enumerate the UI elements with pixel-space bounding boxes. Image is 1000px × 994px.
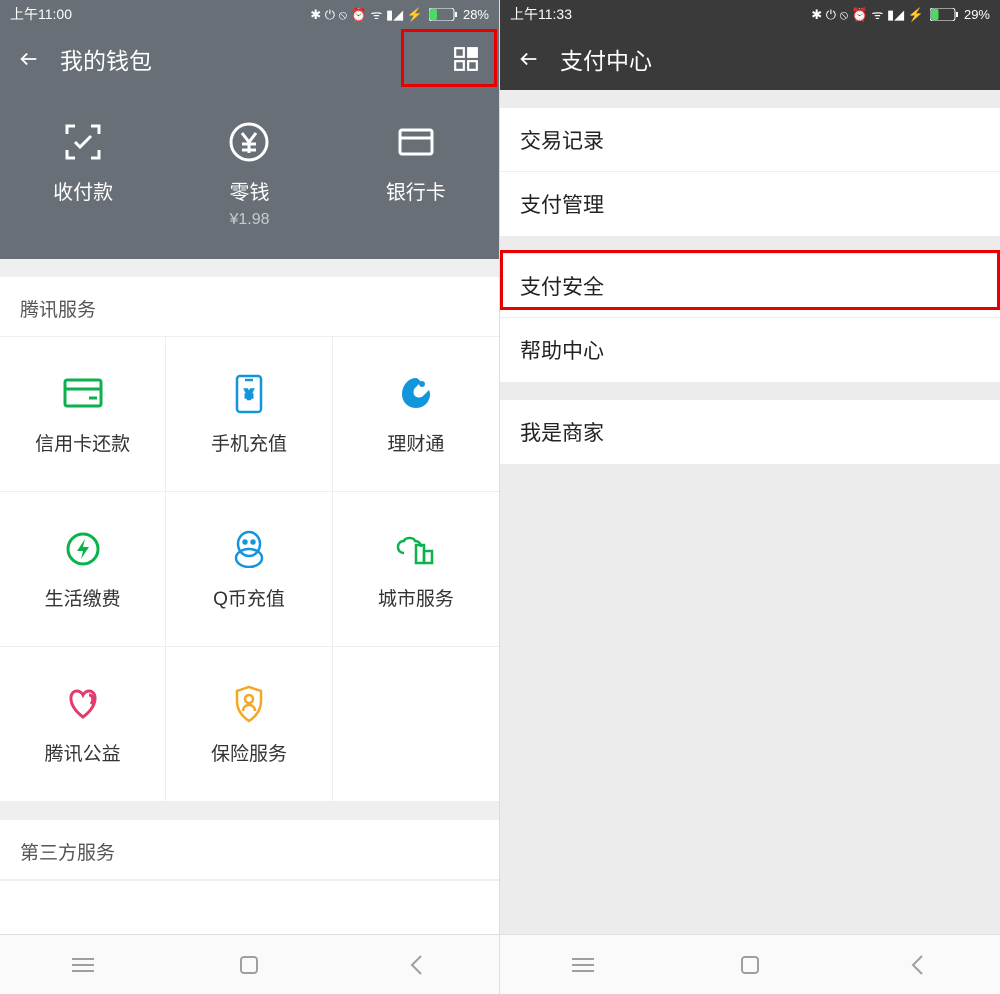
service-city[interactable]: 城市服务 — [333, 492, 499, 647]
content: 交易记录 支付管理 支付安全 帮助中心 我是商家 — [500, 90, 1000, 934]
third-party-header: 第三方服务 — [0, 820, 499, 880]
hero-bank-card[interactable]: 银行卡 — [356, 120, 476, 229]
nav-home-icon[interactable] — [234, 950, 264, 980]
service-wealth[interactable]: 理财通 — [333, 337, 499, 492]
balance-amount: ¥1.98 — [229, 211, 269, 229]
page-title: 支付中心 — [560, 42, 652, 76]
shield-person-icon — [228, 683, 270, 725]
third-party-body — [0, 880, 499, 934]
heart-icon — [62, 683, 104, 725]
list-gap — [500, 90, 1000, 108]
row-help-center[interactable]: 帮助中心 — [500, 318, 1000, 382]
service-insurance[interactable]: 保险服务 — [166, 647, 332, 802]
nav-back-icon[interactable] — [401, 950, 431, 980]
row-transactions[interactable]: 交易记录 — [500, 108, 1000, 172]
empty-cell — [333, 647, 499, 802]
list-group-1: 交易记录 支付管理 — [500, 108, 1000, 236]
section-gap — [0, 259, 499, 277]
row-merchant[interactable]: 我是商家 — [500, 400, 1000, 464]
tencent-services-header: 腾讯服务 — [0, 277, 499, 337]
section-gap — [0, 802, 499, 820]
yen-circle-icon — [227, 120, 271, 164]
nav-home-icon[interactable] — [735, 950, 765, 980]
status-right: ✱ ⏻ ⦸ ⏰ ᯤ ▮◢ ⚡ 29% — [811, 5, 990, 23]
row-payment-manage[interactable]: 支付管理 — [500, 172, 1000, 236]
status-icons: ✱ ⏻ ⦸ ⏰ ᯤ ▮◢ ⚡ — [811, 5, 924, 23]
list-group-3: 我是商家 — [500, 400, 1000, 464]
header: 我的钱包 — [0, 28, 499, 90]
hero-balance[interactable]: 零钱 ¥1.98 — [189, 120, 309, 229]
card-icon — [394, 120, 438, 164]
tencent-services-grid: 信用卡还款 ¥ 手机充值 理财通 生活缴费 Q币充值 城市服务 腾讯公益 保险服 — [0, 337, 499, 802]
nav-recent-icon[interactable] — [68, 950, 98, 980]
status-bar: 上午11:00 ✱ ⏻ ⦸ ⏰ ᯤ ▮◢ ⚡ 28% — [0, 0, 499, 28]
scan-check-icon — [61, 120, 105, 164]
list-gap — [500, 382, 1000, 400]
service-utilities[interactable]: 生活缴费 — [0, 492, 166, 647]
list-group-2: 支付安全 帮助中心 — [500, 254, 1000, 382]
header: 支付中心 — [500, 28, 1000, 90]
wallet-screen: 上午11:00 ✱ ⏻ ⦸ ⏰ ᯤ ▮◢ ⚡ 28% 我的钱包 收付款 零钱 ¥… — [0, 0, 500, 994]
bolt-circle-icon — [62, 528, 104, 570]
status-icons: ✱ ⏻ ⦸ ⏰ ᯤ ▮◢ ⚡ — [310, 5, 423, 23]
status-time: 上午11:33 — [510, 4, 572, 24]
payment-center-screen: 上午11:33 ✱ ⏻ ⦸ ⏰ ᯤ ▮◢ ⚡ 29% 支付中心 交易记录 支付管… — [500, 0, 1000, 994]
status-bar: 上午11:33 ✱ ⏻ ⦸ ⏰ ᯤ ▮◢ ⚡ 29% — [500, 0, 1000, 28]
service-credit-card[interactable]: 信用卡还款 — [0, 337, 166, 492]
hero-row: 收付款 零钱 ¥1.98 银行卡 — [0, 90, 499, 259]
status-time: 上午11:00 — [10, 4, 72, 24]
credit-card-icon — [62, 373, 104, 415]
status-right: ✱ ⏻ ⦸ ⏰ ᯤ ▮◢ ⚡ 28% — [310, 5, 489, 23]
row-payment-security[interactable]: 支付安全 — [500, 254, 1000, 318]
status-battery: 29% — [964, 7, 990, 22]
status-battery: 28% — [463, 7, 489, 22]
more-grid-icon[interactable] — [453, 46, 479, 72]
system-navbar — [0, 934, 499, 994]
service-qcoin[interactable]: Q币充值 — [166, 492, 332, 647]
phone-yen-icon: ¥ — [228, 373, 270, 415]
nav-back-icon[interactable] — [902, 950, 932, 980]
list-gap — [500, 236, 1000, 254]
wealth-icon — [395, 373, 437, 415]
back-icon[interactable] — [518, 48, 540, 70]
hero-pay-receive[interactable]: 收付款 — [23, 120, 143, 229]
service-charity[interactable]: 腾讯公益 — [0, 647, 166, 802]
nav-recent-icon[interactable] — [568, 950, 598, 980]
svg-text:¥: ¥ — [245, 386, 253, 402]
page-title: 我的钱包 — [60, 42, 152, 76]
city-cloud-icon — [395, 528, 437, 570]
back-icon[interactable] — [18, 48, 40, 70]
service-phone-topup[interactable]: ¥ 手机充值 — [166, 337, 332, 492]
qq-penguin-icon — [228, 528, 270, 570]
system-navbar — [500, 934, 1000, 994]
